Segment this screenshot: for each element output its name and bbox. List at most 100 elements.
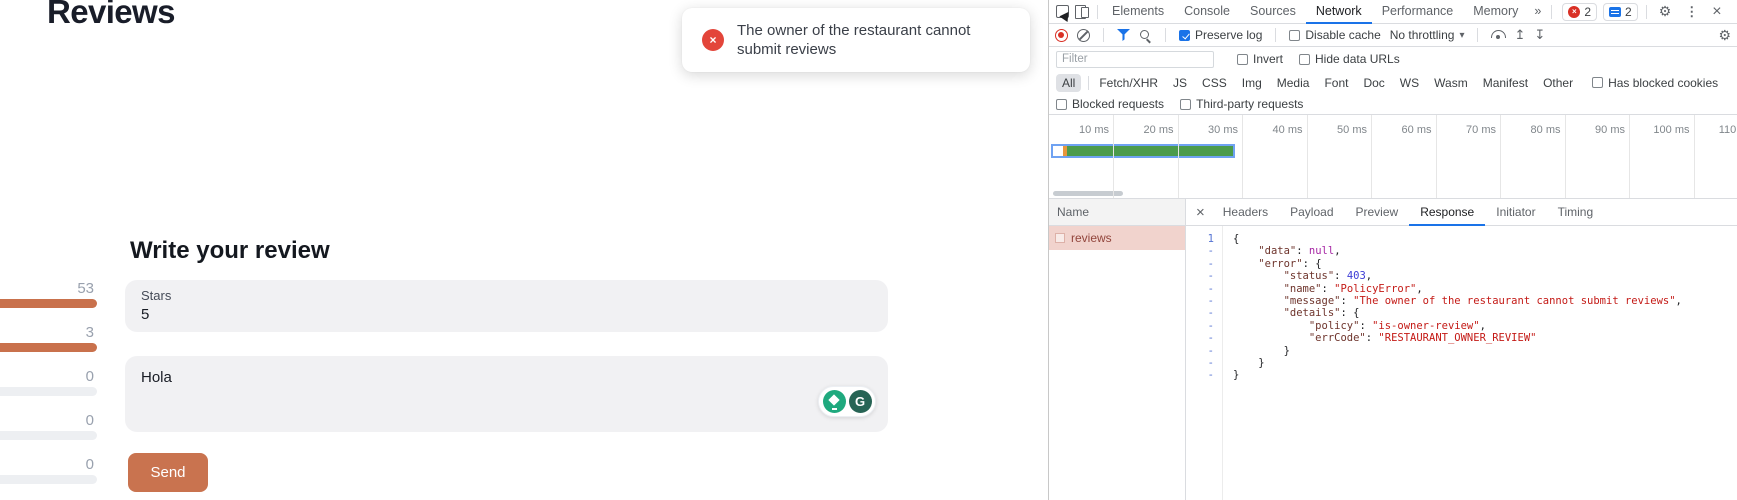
response-json-line: "errCode": "RESTAURANT_OWNER_REVIEW" <box>1233 332 1682 344</box>
record-network-log-icon[interactable] <box>1055 29 1068 42</box>
timeline-gridline <box>1178 115 1179 198</box>
response-json-line: "error": { <box>1233 258 1682 270</box>
stars-field[interactable]: Stars 5 <box>125 280 888 332</box>
request-name: reviews <box>1071 231 1112 245</box>
review-text: Hola <box>141 369 172 386</box>
type-filter-font[interactable]: Font <box>1318 74 1354 92</box>
gutter-line-marker[interactable]: - <box>1186 245 1214 257</box>
rating-count: 3 <box>0 325 97 340</box>
network-conditions-icon[interactable] <box>1491 29 1505 41</box>
error-toast-icon: × <box>702 29 724 51</box>
network-filter-input[interactable] <box>1056 51 1214 68</box>
clear-network-log-icon[interactable] <box>1077 29 1090 42</box>
invert-checkbox[interactable] <box>1237 54 1248 65</box>
third-party-requests-toggle[interactable]: Third-party requests <box>1180 97 1303 111</box>
gutter-line-marker[interactable]: - <box>1186 270 1214 282</box>
disable-cache-checkbox[interactable] <box>1289 30 1300 41</box>
blocked-requests-checkbox[interactable] <box>1056 99 1067 110</box>
timeline-gridline <box>1565 115 1566 198</box>
response-json-line: } <box>1233 357 1682 369</box>
request-row-reviews[interactable]: reviews <box>1049 226 1185 250</box>
request-filter-row: Blocked requests Third-party requests <box>1049 94 1737 115</box>
timeline-gridline <box>1113 115 1114 198</box>
devtools-tab-elements[interactable]: Elements <box>1102 0 1174 24</box>
devtools-tab-bar: ElementsConsoleSourcesNetworkPerformance… <box>1049 0 1737 24</box>
export-har-icon[interactable]: ↧ <box>1534 27 1545 43</box>
disable-cache-toggle[interactable]: Disable cache <box>1289 28 1380 42</box>
third-party-requests-checkbox[interactable] <box>1180 99 1191 110</box>
response-tab-payload[interactable]: Payload <box>1279 199 1344 226</box>
devtools-tab-network[interactable]: Network <box>1306 0 1372 24</box>
devtools-tab-memory[interactable]: Memory <box>1463 0 1528 24</box>
response-tab-timing[interactable]: Timing <box>1547 199 1605 226</box>
throttling-dropdown[interactable]: No throttling ▾ <box>1390 28 1465 42</box>
rating-count: 0 <box>0 413 97 428</box>
send-button[interactable]: Send <box>128 453 208 492</box>
network-timeline-overview[interactable]: 10 ms20 ms30 ms40 ms50 ms60 ms70 ms80 ms… <box>1049 115 1737 199</box>
response-tab-headers[interactable]: Headers <box>1212 199 1279 226</box>
review-textarea[interactable]: Hola G <box>125 356 888 432</box>
gutter-line-marker[interactable]: 1 <box>1186 233 1214 245</box>
type-filter-fetch-xhr[interactable]: Fetch/XHR <box>1093 74 1164 92</box>
timeline-tick-label: 50 ms <box>1311 124 1367 136</box>
device-toolbar-icon[interactable] <box>1075 5 1089 18</box>
devtools-panel: ElementsConsoleSourcesNetworkPerformance… <box>1048 0 1737 500</box>
filter-funnel-icon[interactable] <box>1117 29 1130 41</box>
inspect-element-icon[interactable] <box>1056 5 1069 18</box>
network-settings-gear-icon[interactable]: ⚙ <box>1718 27 1731 44</box>
issues-count: 2 <box>1625 5 1632 19</box>
page-title: Reviews <box>47 0 175 31</box>
close-detail-icon[interactable]: × <box>1196 204 1205 221</box>
devtools-tab-sources[interactable]: Sources <box>1240 0 1306 24</box>
type-filter-ws[interactable]: WS <box>1394 74 1425 92</box>
gutter-line-marker[interactable]: - <box>1186 295 1214 307</box>
grammarly-widget[interactable]: G <box>818 386 876 417</box>
close-devtools-icon[interactable]: × <box>1704 3 1729 21</box>
hide-data-urls-checkbox[interactable] <box>1299 54 1310 65</box>
grammarly-suggestion-icon[interactable] <box>823 390 846 413</box>
timeline-selection[interactable] <box>1051 144 1235 158</box>
type-filter-all[interactable]: All <box>1056 74 1081 92</box>
gutter-line-marker[interactable]: - <box>1186 332 1214 344</box>
name-column-header[interactable]: Name <box>1049 199 1185 226</box>
gutter-line-marker[interactable]: - <box>1186 283 1214 295</box>
search-network-icon[interactable] <box>1139 29 1152 42</box>
issues-icon <box>1609 7 1621 17</box>
more-tabs-icon[interactable]: » <box>1528 0 1547 24</box>
gutter-line-marker[interactable]: - <box>1186 320 1214 332</box>
gutter-line-marker[interactable]: - <box>1186 345 1214 357</box>
type-filter-doc[interactable]: Doc <box>1357 74 1390 92</box>
type-filter-other[interactable]: Other <box>1537 74 1579 92</box>
invert-toggle[interactable]: Invert <box>1237 52 1283 66</box>
hide-data-urls-label: Hide data URLs <box>1315 52 1400 66</box>
has-blocked-cookies-toggle[interactable]: Has blocked cookies <box>1592 76 1718 90</box>
response-tab-response[interactable]: Response <box>1409 199 1485 226</box>
type-filter-wasm[interactable]: Wasm <box>1428 74 1474 92</box>
type-filter-css[interactable]: CSS <box>1196 74 1233 92</box>
gutter-line-marker[interactable]: - <box>1186 307 1214 319</box>
gutter-line-marker[interactable]: - <box>1186 258 1214 270</box>
devtools-tab-performance[interactable]: Performance <box>1372 0 1464 24</box>
hide-data-urls-toggle[interactable]: Hide data URLs <box>1299 52 1400 66</box>
kebab-menu-icon[interactable]: ⋮ <box>1679 4 1704 20</box>
type-filter-media[interactable]: Media <box>1271 74 1316 92</box>
preserve-log-checkbox[interactable] <box>1179 30 1190 41</box>
type-filter-img[interactable]: Img <box>1236 74 1268 92</box>
issues-badge[interactable]: 2 <box>1603 3 1638 21</box>
devtools-tab-console[interactable]: Console <box>1174 0 1240 24</box>
type-filter-js[interactable]: JS <box>1167 74 1193 92</box>
timeline-tick-label: 30 ms <box>1182 124 1238 136</box>
preserve-log-toggle[interactable]: Preserve log <box>1179 28 1262 42</box>
settings-gear-icon[interactable]: ⚙ <box>1651 3 1680 20</box>
gutter-line-marker[interactable]: - <box>1186 369 1214 381</box>
response-tab-initiator[interactable]: Initiator <box>1485 199 1546 226</box>
errors-badge[interactable]: × 2 <box>1562 3 1597 21</box>
response-json-line: "message": "The owner of the restaurant … <box>1233 295 1682 307</box>
type-filter-manifest[interactable]: Manifest <box>1477 74 1534 92</box>
response-tab-preview[interactable]: Preview <box>1345 199 1410 226</box>
gutter-line-marker[interactable]: - <box>1186 357 1214 369</box>
import-har-icon[interactable]: ↥ <box>1514 27 1525 43</box>
blocked-requests-toggle[interactable]: Blocked requests <box>1056 97 1164 111</box>
has-blocked-cookies-checkbox[interactable] <box>1592 77 1603 88</box>
grammarly-logo-icon[interactable]: G <box>849 390 872 413</box>
